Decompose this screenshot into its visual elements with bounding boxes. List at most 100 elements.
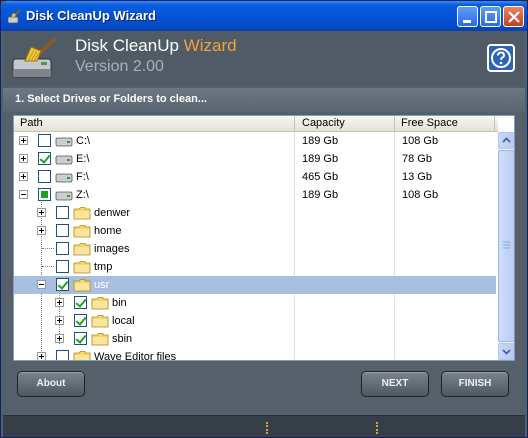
hard-drive-icon [55, 137, 73, 147]
step-title: 1. Select Drives or Folders to clean... [15, 93, 207, 105]
row-label: E:\ [76, 153, 90, 165]
row-label: bin [112, 297, 127, 309]
row-label: local [112, 315, 135, 327]
minimize-icon [463, 20, 471, 23]
tree-row-folder-sbin[interactable]: sbin [14, 330, 496, 348]
broom-icon [7, 9, 21, 24]
select-checkbox[interactable] [56, 260, 69, 273]
tree-row-folder-images[interactable]: images [14, 240, 496, 258]
window-title: Disk CleanUp Wizard [26, 8, 156, 23]
maximize-icon [485, 11, 497, 23]
select-checkbox[interactable] [56, 350, 69, 360]
column-header-row: Path Capacity Free Space [14, 116, 498, 132]
row-label: tmp [94, 261, 113, 273]
column-path[interactable]: Path [20, 117, 43, 129]
row-capacity: 189 Gb [302, 153, 339, 165]
maximize-button[interactable] [480, 6, 501, 27]
expand-toggle[interactable] [37, 226, 46, 235]
select-checkbox[interactable] [38, 188, 51, 201]
app-header: Disk CleanUp Wizard Version 2.00 [3, 31, 525, 87]
app-name-text: Disk CleanUp [75, 36, 179, 55]
app-name: Disk CleanUp Wizard [75, 36, 237, 56]
tree-row-drive-f[interactable]: F:\ 465 Gb 13 Gb [14, 168, 496, 186]
select-checkbox[interactable] [56, 206, 69, 219]
tree-row-drive-c[interactable]: C:\ 189 Gb 108 Gb [14, 132, 496, 150]
collapse-toggle[interactable] [19, 190, 28, 199]
tree-row-drive-z[interactable]: Z:\ 189 Gb 108 Gb [14, 186, 496, 204]
row-label: home [94, 225, 122, 237]
chevron-down-icon [502, 349, 511, 355]
column-divider[interactable] [394, 116, 395, 132]
row-free-space: 108 Gb [402, 135, 439, 147]
select-checkbox[interactable] [38, 152, 51, 165]
select-checkbox[interactable] [56, 278, 69, 291]
folder-icon [73, 225, 91, 238]
tree-row-folder-home[interactable]: home [14, 222, 496, 240]
row-label: usr [94, 279, 110, 291]
expand-toggle[interactable] [55, 334, 64, 343]
column-capacity[interactable]: Capacity [302, 117, 345, 129]
close-icon [508, 11, 520, 23]
expand-toggle[interactable] [19, 154, 28, 163]
drive-tree-list[interactable]: Path Capacity Free Space C:\ 189 Gb 108 … [13, 115, 515, 361]
step-header: 1. Select Drives or Folders to clean... [3, 88, 525, 112]
folder-icon [73, 243, 91, 256]
select-checkbox[interactable] [38, 170, 51, 183]
row-capacity: 189 Gb [302, 135, 339, 147]
scroll-thumb[interactable] [498, 150, 514, 342]
vertical-scrollbar[interactable] [498, 132, 514, 360]
expand-toggle[interactable] [55, 316, 64, 325]
row-free-space: 78 Gb [402, 153, 432, 165]
row-free-space: 13 Gb [402, 171, 432, 183]
tree-row-folder-tmp[interactable]: tmp [14, 258, 496, 276]
row-label: C:\ [76, 135, 91, 147]
scroll-up-button[interactable] [498, 132, 514, 149]
expand-toggle[interactable] [37, 208, 46, 217]
folder-icon [73, 279, 91, 292]
expand-toggle[interactable] [37, 352, 46, 360]
help-icon [491, 48, 511, 68]
tree-row-folder-usr[interactable]: usr [14, 276, 496, 294]
folder-icon [73, 261, 91, 274]
select-checkbox[interactable] [74, 332, 87, 345]
minimize-button[interactable] [457, 6, 478, 27]
expand-toggle[interactable] [19, 136, 28, 145]
status-divider [376, 422, 378, 434]
tree-row-folder-wave-editor-files[interactable]: Wave Editor files [14, 348, 496, 361]
select-checkbox[interactable] [74, 296, 87, 309]
expand-toggle[interactable] [55, 298, 64, 307]
column-divider[interactable] [294, 116, 295, 132]
select-checkbox[interactable] [74, 314, 87, 327]
about-button[interactable]: About [17, 371, 85, 397]
row-label: sbin [112, 333, 133, 345]
tree-row-folder-bin[interactable]: bin [14, 294, 496, 312]
tree-branch-line [42, 266, 54, 267]
hard-drive-icon [55, 191, 73, 201]
select-checkbox[interactable] [56, 224, 69, 237]
row-label: images [94, 243, 130, 255]
status-bar [3, 415, 525, 437]
chevron-up-icon [502, 137, 511, 143]
row-label: Wave Editor files [94, 351, 177, 361]
next-button[interactable]: NEXT [361, 371, 429, 397]
scroll-down-button[interactable] [498, 343, 514, 360]
collapse-toggle[interactable] [37, 280, 46, 289]
tree-row-folder-denwer[interactable]: denwer [14, 204, 496, 222]
tree-row-drive-e[interactable]: E:\ 189 Gb 78 Gb [14, 150, 496, 168]
select-checkbox[interactable] [38, 134, 51, 147]
column-free-space[interactable]: Free Space [401, 117, 458, 129]
row-capacity: 189 Gb [302, 189, 339, 201]
select-checkbox[interactable] [56, 242, 69, 255]
app-window: Disk CleanUp Wizard Disk CleanUp Wizard … [0, 0, 528, 438]
disk-broom-logo-icon [12, 37, 57, 78]
expand-toggle[interactable] [19, 172, 28, 181]
close-button[interactable] [503, 6, 524, 27]
hard-drive-icon [55, 155, 73, 165]
row-free-space: 108 Gb [402, 189, 439, 201]
finish-button[interactable]: FINISH [441, 371, 509, 397]
folder-icon [91, 297, 109, 310]
title-bar[interactable]: Disk CleanUp Wizard [1, 1, 527, 31]
tree-row-folder-local[interactable]: local [14, 312, 496, 330]
help-button[interactable] [487, 44, 515, 72]
row-label: denwer [94, 207, 131, 219]
